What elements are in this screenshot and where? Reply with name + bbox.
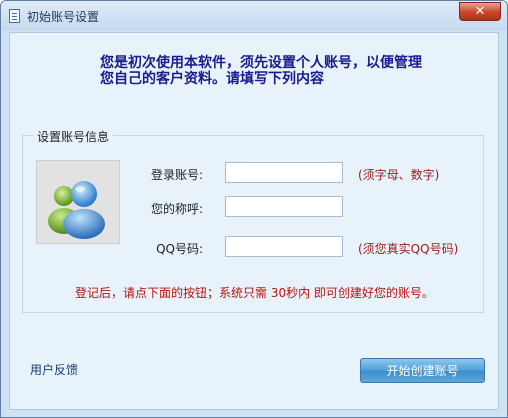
login-account-input[interactable] xyxy=(225,162,343,183)
qq-number-input[interactable] xyxy=(225,236,343,257)
feedback-link[interactable]: 用户反馈 xyxy=(30,361,78,378)
dialog-body: 您是初次使用本软件，须先设置个人账号，以便管理 您自己的客户资料。请填写下列内容… xyxy=(9,32,499,410)
window-title: 初始账号设置 xyxy=(27,10,100,24)
login-account-hint: (须字母、数字) xyxy=(358,168,440,182)
intro-text: 您是初次使用本软件，须先设置个人账号，以便管理 您自己的客户资料。请填写下列内容 xyxy=(100,55,460,87)
nickname-input[interactable] xyxy=(225,196,343,217)
create-account-button[interactable]: 开始创建账号 xyxy=(360,358,485,383)
intro-line-2: 您自己的客户资料。请填写下列内容 xyxy=(100,71,324,87)
avatar xyxy=(36,160,120,244)
group-title: 设置账号信息 xyxy=(33,128,114,145)
qq-number-label: QQ号码: xyxy=(156,242,203,256)
login-account-label: 登录账号: xyxy=(150,168,203,182)
nickname-label: 您的称呼: xyxy=(150,202,203,216)
intro-line-1: 您是初次使用本软件，须先设置个人账号，以便管理 xyxy=(100,55,422,71)
title-bar[interactable]: 初始账号设置 ✕ xyxy=(1,1,507,31)
document-icon xyxy=(9,9,20,23)
dialog-window: 初始账号设置 ✕ 您是初次使用本软件，须先设置个人账号，以便管理 您自己的客户资… xyxy=(0,0,508,418)
qq-number-hint: (须您真实QQ号码) xyxy=(358,242,459,256)
users-icon xyxy=(48,181,105,239)
close-button[interactable]: ✕ xyxy=(459,2,501,21)
account-info-group: 设置账号信息 登录账号: (须字母、数字) 您的称呼: QQ号码: (须您真实Q… xyxy=(22,128,484,313)
notice-text: 登记后，请点下面的按钮；系统只需 30秒内 即可创建好您的账号。 xyxy=(75,286,434,300)
